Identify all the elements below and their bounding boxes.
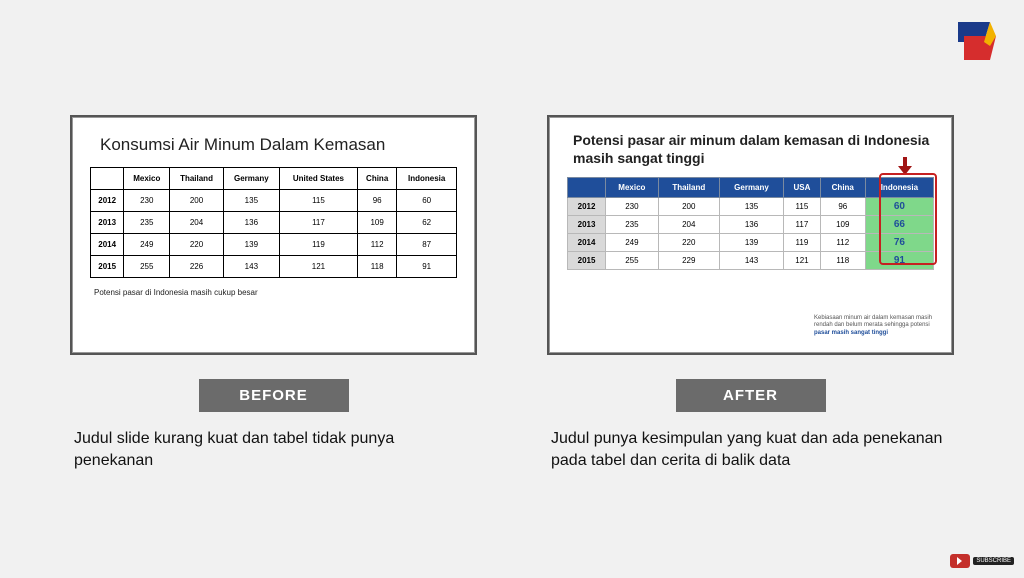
youtube-subscribe-badge[interactable]: SUBSCRIBE: [950, 554, 1014, 568]
before-tag: BEFORE: [199, 379, 349, 412]
after-panel: Potensi pasar air minum dalam kemasan di…: [547, 115, 954, 471]
comparison-panels: Konsumsi Air Minum Dalam Kemasan Mexico …: [0, 0, 1024, 471]
before-description: Judul slide kurang kuat dan tabel tidak …: [70, 428, 477, 471]
brand-logo: [950, 16, 1000, 66]
before-caption: Potensi pasar di Indonesia masih cukup b…: [90, 278, 457, 297]
after-slide: Potensi pasar air minum dalam kemasan di…: [547, 115, 954, 355]
youtube-icon: [950, 554, 970, 568]
after-tag: AFTER: [676, 379, 826, 412]
after-description: Judul punya kesimpulan yang kuat dan ada…: [547, 428, 954, 471]
before-slide: Konsumsi Air Minum Dalam Kemasan Mexico …: [70, 115, 477, 355]
youtube-subscribe-label: SUBSCRIBE: [973, 557, 1014, 565]
before-table: Mexico Thailand Germany United States Ch…: [90, 167, 457, 278]
after-note: Kebiasaan minum air dalam kemasan masih …: [814, 315, 934, 338]
after-table: Mexico Thailand Germany USA China Indone…: [567, 177, 934, 270]
arrow-down-icon: [898, 157, 912, 175]
after-slide-title: Potensi pasar air minum dalam kemasan di…: [567, 131, 934, 177]
before-panel: Konsumsi Air Minum Dalam Kemasan Mexico …: [70, 115, 477, 471]
before-slide-title: Konsumsi Air Minum Dalam Kemasan: [90, 131, 457, 167]
